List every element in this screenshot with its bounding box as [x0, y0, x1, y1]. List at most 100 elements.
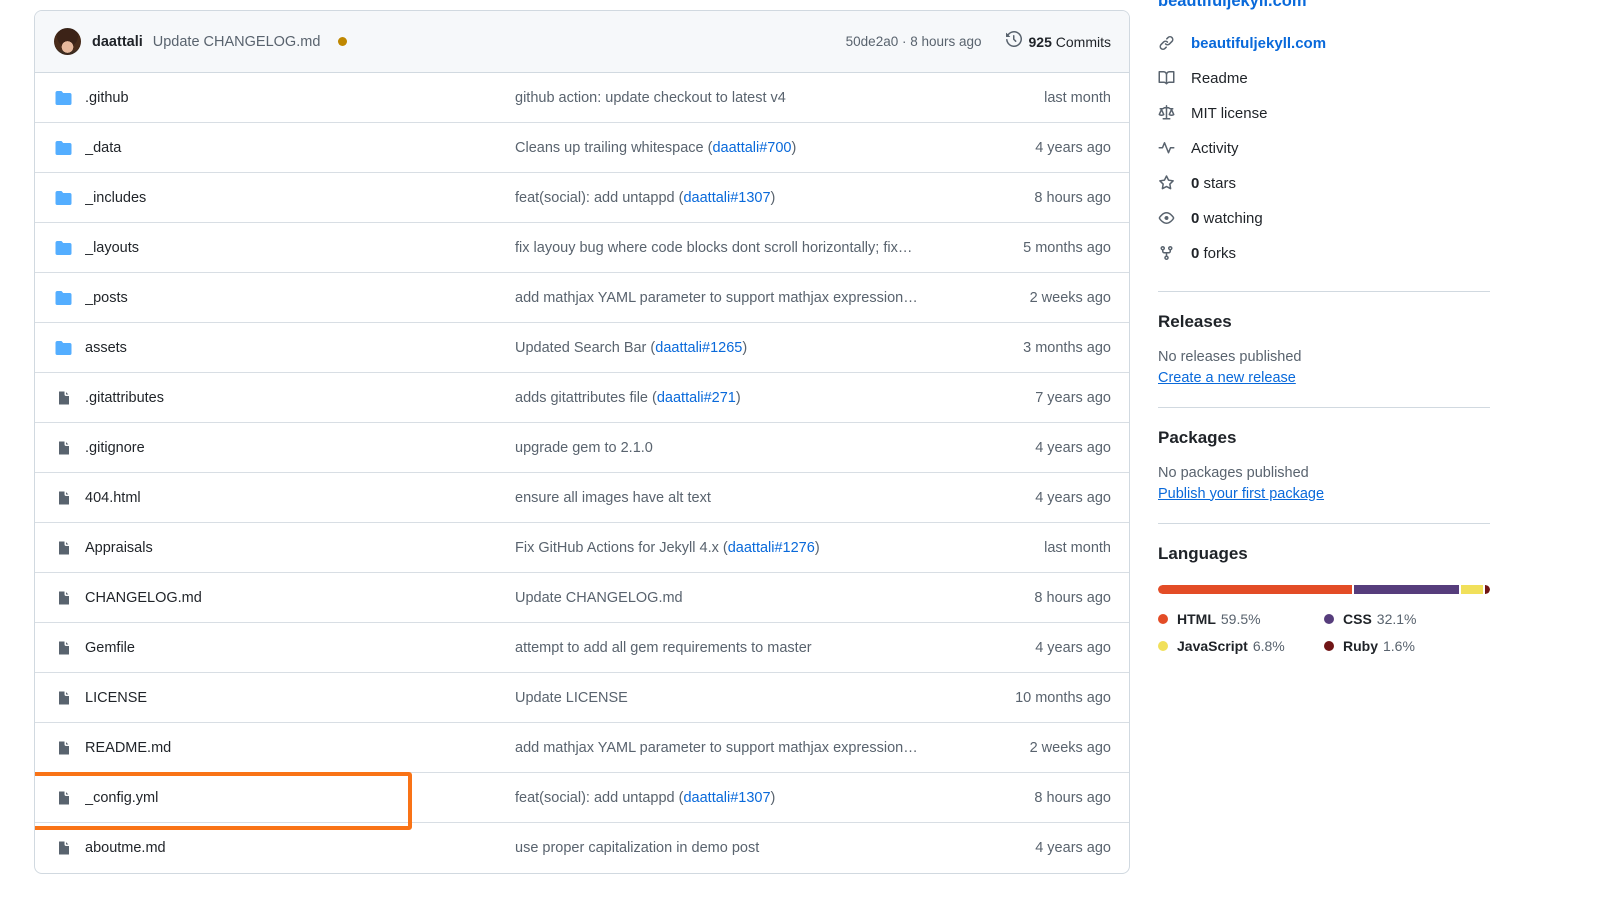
language-legend-item[interactable]: JavaScript 6.8% [1158, 633, 1324, 660]
file-name-link[interactable]: aboutme.md [85, 840, 515, 856]
file-name-link[interactable]: LICENSE [85, 690, 515, 706]
commit-meta: 50de2a0 · 8 hours ago 925 Commits [846, 30, 1111, 52]
count-value: 0 [1191, 244, 1200, 262]
table-row[interactable]: README.md add mathjax YAML parameter to s… [35, 723, 1129, 773]
table-row[interactable]: _data Cleans up trailing whitespace (daat… [35, 123, 1129, 173]
about-item-mit-license[interactable]: MIT license [1158, 96, 1490, 131]
language-bar-segment[interactable] [1460, 584, 1483, 594]
table-row[interactable]: assets Updated Search Bar (daattali#1265)… [35, 323, 1129, 373]
about-item-forks[interactable]: 0 forks [1158, 236, 1490, 271]
file-name-link[interactable]: _includes [85, 190, 515, 206]
file-name-link[interactable]: README.md [85, 740, 515, 756]
file-icon [55, 440, 85, 456]
commit-message-link[interactable]: Cleans up trailing whitespace (daattali#… [515, 140, 961, 156]
latest-commit-bar: daattali Update CHANGELOG.md 50de2a0 · 8… [35, 11, 1129, 73]
commit-message-link[interactable]: add mathjax YAML parameter to support ma… [515, 290, 961, 306]
commit-message-link[interactable]: add mathjax YAML parameter to support ma… [515, 740, 961, 756]
commit-author-link[interactable]: daattali [92, 34, 143, 50]
commit-message-link[interactable]: fix layouy bug where code blocks dont sc… [515, 240, 961, 256]
language-percent: 1.6% [1383, 638, 1415, 654]
commit-message-link[interactable]: Fix GitHub Actions for Jekyll 4.x (daatt… [515, 540, 961, 556]
about-website-link-top[interactable]: beautifuljekyll.com [1158, 0, 1490, 10]
table-row[interactable]: _includes feat(social): add untappd (daat… [35, 173, 1129, 223]
commits-count-number: 925 [1028, 33, 1052, 50]
create-release-link[interactable]: Create a new release [1158, 370, 1296, 386]
file-icon [55, 790, 85, 806]
publish-package-link[interactable]: Publish your first package [1158, 486, 1324, 502]
commit-message-link[interactable]: adds gitattributes file (daattali#271) [515, 390, 961, 406]
issue-reference-link[interactable]: daattali#1276 [728, 540, 815, 556]
table-row[interactable]: Appraisals Fix GitHub Actions for Jekyll … [35, 523, 1129, 573]
commit-message-link[interactable]: feat(social): add untappd (daattali#1307… [515, 190, 961, 206]
commit-message-link[interactable]: github action: update checkout to latest… [515, 90, 961, 106]
file-name-link[interactable]: _data [85, 140, 515, 156]
table-row[interactable]: _config.yml feat(social): add untappd (da… [35, 772, 1129, 830]
commits-history-link[interactable]: 925 Commits [1005, 30, 1111, 52]
file-name-link[interactable]: 404.html [85, 490, 515, 506]
commit-message-link[interactable]: use proper capitalization in demo post [515, 840, 961, 856]
file-name-link[interactable]: _layouts [85, 240, 515, 256]
about-item-beautifuljekyll-com[interactable]: beautifuljekyll.com [1158, 26, 1490, 61]
file-name-link[interactable]: CHANGELOG.md [85, 590, 515, 606]
file-icon [55, 640, 85, 656]
avatar[interactable] [54, 28, 81, 55]
language-bar-segment[interactable] [1158, 584, 1352, 594]
about-item-label: Readme [1191, 69, 1248, 87]
table-row[interactable]: .github github action: update checkout to… [35, 73, 1129, 123]
commit-status-dot[interactable] [338, 37, 348, 46]
language-name: HTML [1177, 611, 1216, 627]
commit-message-link[interactable]: feat(social): add untappd (daattali#1307… [515, 790, 961, 806]
commit-time: 4 years ago [1035, 439, 1111, 456]
repo-content: daattali Update CHANGELOG.md 50de2a0 · 8… [0, 0, 1601, 898]
file-name-link[interactable]: .github [85, 90, 515, 106]
language-legend-item[interactable]: CSS 32.1% [1324, 606, 1490, 633]
file-name-link[interactable]: _config.yml [85, 790, 515, 806]
activity-icon [1158, 140, 1182, 156]
count-unit: forks [1203, 244, 1237, 262]
issue-reference-link[interactable]: daattali#271 [657, 390, 736, 406]
table-row[interactable]: Gemfile attempt to add all gem requiremen… [35, 623, 1129, 673]
issue-reference-link[interactable]: daattali#700 [712, 140, 791, 156]
history-clock-icon [1005, 30, 1022, 52]
table-row[interactable]: CHANGELOG.md Update CHANGELOG.md 8 hours a… [35, 573, 1129, 623]
about-item-activity[interactable]: Activity [1158, 131, 1490, 166]
about-item-watching[interactable]: 0 watching [1158, 201, 1490, 236]
file-name-link[interactable]: Appraisals [85, 540, 515, 556]
language-legend-item[interactable]: HTML 59.5% [1158, 606, 1324, 633]
commit-message-link[interactable]: Updated Search Bar (daattali#1265) [515, 340, 961, 356]
table-row[interactable]: _layouts fix layouy bug where code blocks… [35, 223, 1129, 273]
issue-reference-link[interactable]: daattali#1265 [655, 340, 742, 356]
issue-reference-link[interactable]: daattali#1307 [683, 790, 770, 806]
language-bar-segment[interactable] [1484, 584, 1490, 594]
commit-time: 4 years ago [1035, 840, 1111, 856]
file-rows: .github github action: update checkout to… [35, 73, 1129, 873]
file-name-link[interactable]: Gemfile [85, 640, 515, 656]
about-item-readme[interactable]: Readme [1158, 61, 1490, 96]
table-row[interactable]: aboutme.md use proper capitalization in d… [35, 823, 1129, 873]
table-row[interactable]: .gitattributes adds gitattributes file (d… [35, 373, 1129, 423]
commit-sha-and-time[interactable]: 50de2a0 · 8 hours ago [846, 34, 982, 49]
commit-time: 4 years ago [1035, 139, 1111, 156]
commit-message-link[interactable]: Update CHANGELOG.md [515, 590, 961, 606]
issue-reference-link[interactable]: daattali#1307 [683, 190, 770, 206]
commit-message-link[interactable]: Update LICENSE [515, 690, 961, 706]
about-item-stars[interactable]: 0 stars [1158, 166, 1490, 201]
releases-section: Releases No releases published Create a … [1158, 292, 1490, 387]
table-row[interactable]: .gitignore upgrade gem to 2.1.0 4 years ag… [35, 423, 1129, 473]
about-item-count-label: 0 forks [1191, 245, 1236, 262]
file-name-link[interactable]: _posts [85, 290, 515, 306]
table-row[interactable]: _posts add mathjax YAML parameter to supp… [35, 273, 1129, 323]
commit-message-link[interactable]: attempt to add all gem requirements to m… [515, 640, 961, 656]
language-bar-segment[interactable] [1353, 584, 1459, 594]
file-name-link[interactable]: .gitignore [85, 440, 515, 456]
language-legend-item[interactable]: Ruby 1.6% [1324, 633, 1490, 660]
table-row[interactable]: 404.html ensure all images have alt text 4… [35, 473, 1129, 523]
file-name-link[interactable]: .gitattributes [85, 390, 515, 406]
commit-message-link[interactable]: ensure all images have alt text [515, 490, 961, 506]
about-item-label: beautifuljekyll.com [1191, 34, 1327, 52]
file-name-link[interactable]: assets [85, 340, 515, 356]
table-row[interactable]: LICENSE Update LICENSE 10 months ago [35, 673, 1129, 723]
commit-message-link[interactable]: upgrade gem to 2.1.0 [515, 440, 961, 456]
latest-commit-message[interactable]: Update CHANGELOG.md [153, 34, 321, 50]
folder-icon [55, 290, 85, 306]
